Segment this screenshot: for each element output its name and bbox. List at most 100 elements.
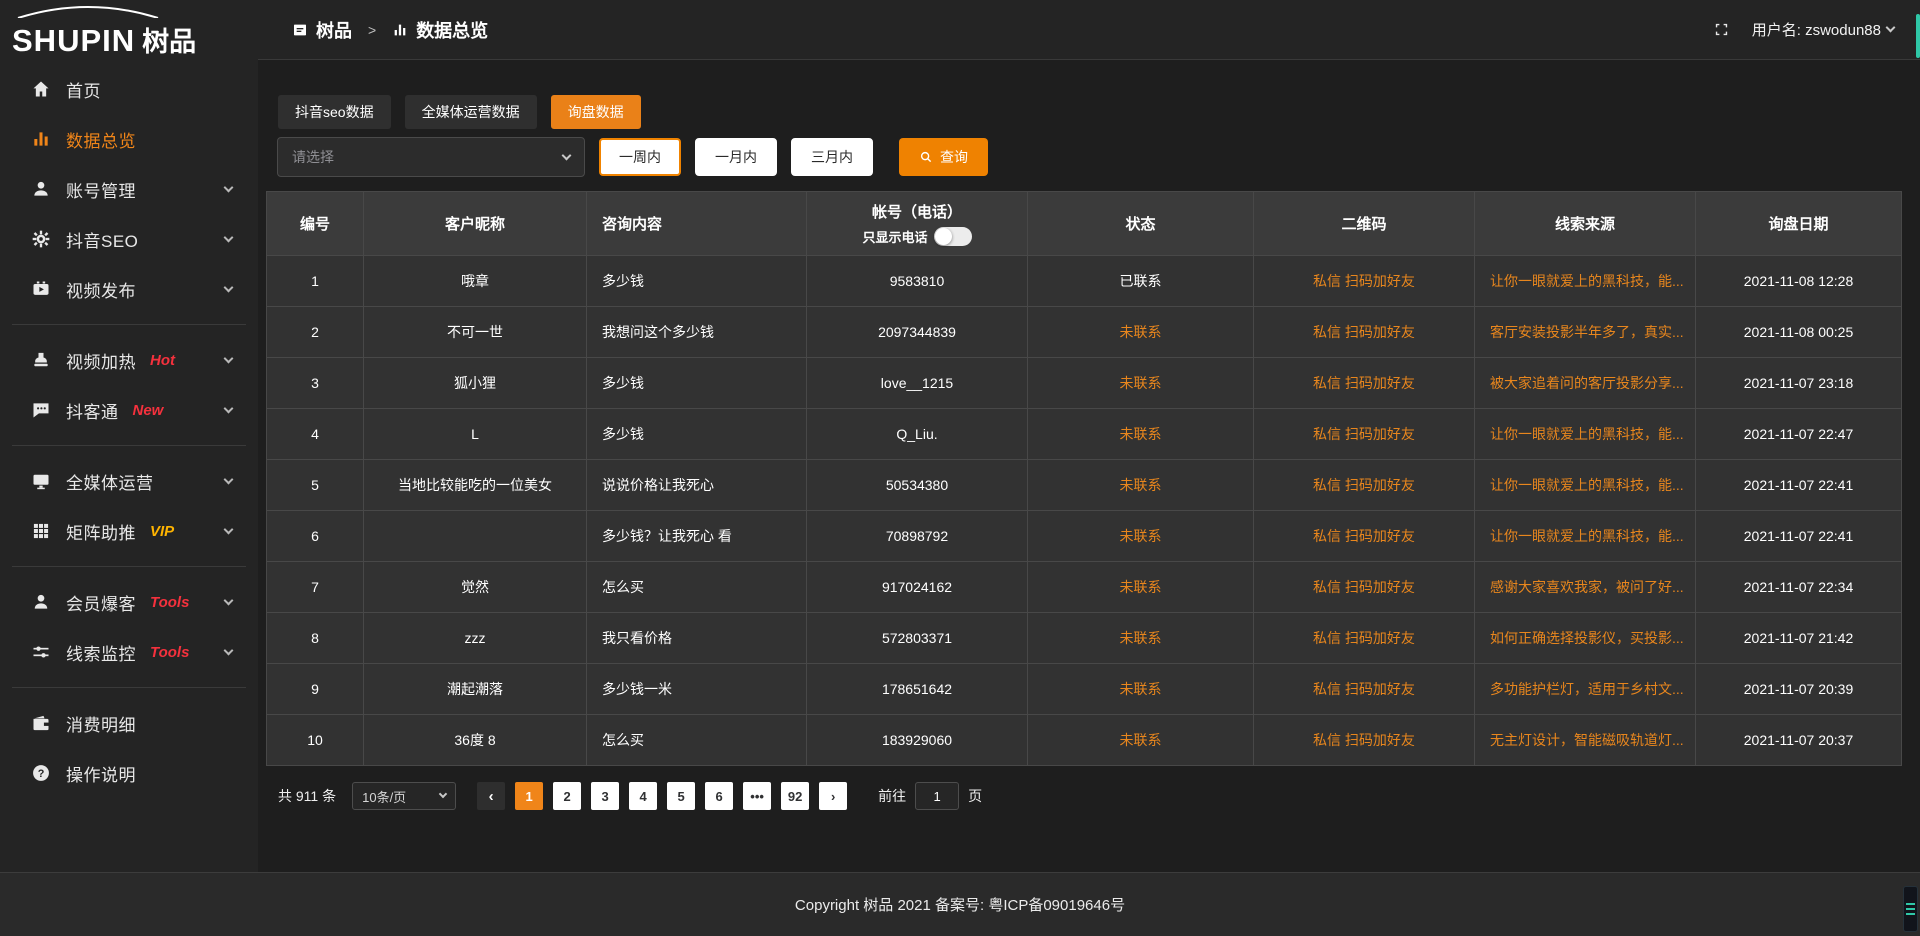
tab-omnimedia-data[interactable]: 全媒体运营数据 [405,95,537,129]
range-button-quarter[interactable]: 三月内 [791,138,873,176]
cell-content: 多少钱 [587,358,807,409]
cell-source-link[interactable]: 感谢大家喜欢我家，被问了好... [1475,562,1696,613]
page-size-select[interactable]: 10条/页 [352,782,456,810]
sidebar-item-label: 数据总览 [66,127,136,152]
cell-qrcode-link[interactable]: 私信 扫码加好友 [1254,715,1475,766]
monitor-icon [31,471,51,491]
cell-source-link[interactable]: 让你一眼就爱上的黑科技，能... [1475,511,1696,562]
cell-source-link[interactable]: 让你一眼就爱上的黑科技，能... [1475,409,1696,460]
chevron-down-icon [224,595,234,605]
sidebar-item-omnimedia-operation[interactable]: 全媒体运营 [0,456,258,506]
cell-source-link[interactable]: 如何正确选择投影仪，买投影... [1475,613,1696,664]
sidebar-item-account-management[interactable]: 账号管理 [0,164,258,214]
page-button-4[interactable]: 4 [629,782,657,810]
query-button[interactable]: 查询 [899,138,988,176]
sidebar-item-label: 会员爆客 [66,590,136,615]
chevron-down-icon [562,150,572,160]
grid-icon [31,521,51,541]
cell-nickname: 觉然 [364,562,587,613]
cell-qrcode-link[interactable]: 私信 扫码加好友 [1254,511,1475,562]
data-tabs: 抖音seo数据 全媒体运营数据 询盘数据 [278,95,1920,129]
cell-qrcode-link[interactable]: 私信 扫码加好友 [1254,562,1475,613]
page-ellipsis[interactable]: ••• [743,782,771,810]
col-header-qrcode: 二维码 [1254,192,1475,256]
sidebar-divider [12,445,246,446]
chat-icon [31,400,51,420]
next-page-button[interactable]: › [819,782,847,810]
cell-source-link[interactable]: 多功能护栏灯，适用于乡村文... [1475,664,1696,715]
sidebar-item-operation-guide[interactable]: ?操作说明 [0,748,258,798]
logo-text-cn: 树品 [142,29,196,56]
prev-page-button[interactable]: ‹ [477,782,505,810]
sidebar-divider [12,687,246,688]
copyright-text: Copyright 树品 2021 备案号: 粤ICP备09019646号 [795,894,1125,915]
cell-source-link[interactable]: 让你一眼就爱上的黑科技，能... [1475,460,1696,511]
sidebar-item-label: 视频加热 [66,348,136,373]
table-body: 1哦章多少钱9583810已联系私信 扫码加好友让你一眼就爱上的黑科技，能...… [267,256,1902,766]
page-button-92[interactable]: 92 [781,782,809,810]
breadcrumb-root[interactable]: 树品 [316,17,352,43]
col-header-account: 帐号（电话） 只显示电话 [807,192,1028,256]
filter-select[interactable]: 请选择 [277,137,585,177]
page-button-2[interactable]: 2 [553,782,581,810]
sidebar-item-video-publish[interactable]: 视频发布 [0,264,258,314]
range-button-month[interactable]: 一月内 [695,138,777,176]
col-header-source: 线索来源 [1475,192,1696,256]
page-button-1[interactable]: 1 [515,782,543,810]
sidebar-item-member-baoke[interactable]: 会员爆客Tools [0,577,258,627]
sidebar-item-lead-monitor[interactable]: 线索监控Tools [0,627,258,677]
page-jump-suffix: 页 [968,786,982,806]
sidebar-item-home[interactable]: 首页 [0,64,258,114]
cell-account: 178651642 [807,664,1028,715]
sidebar-item-label: 矩阵助推 [66,519,136,544]
page-button-5[interactable]: 5 [667,782,695,810]
cell-source-link[interactable]: 客厅安装投影半年多了，真实... [1475,307,1696,358]
floating-widget[interactable] [1903,886,1918,932]
tab-inquiry-data[interactable]: 询盘数据 [551,95,641,129]
user-menu[interactable]: 用户名: zswodun88 [1752,19,1894,40]
app-logo: SHUPIN 树品 [0,0,258,62]
page-jump-input[interactable]: 1 [915,782,959,810]
table-row: 1036度 8怎么买183929060未联系私信 扫码加好友无主灯设计，智能磁吸… [267,715,1902,766]
cell-qrcode-link[interactable]: 私信 扫码加好友 [1254,409,1475,460]
cell-account: 183929060 [807,715,1028,766]
sidebar-item-consumption-detail[interactable]: 消费明细 [0,698,258,748]
range-button-week[interactable]: 一周内 [599,138,681,176]
cell-content: 多少钱一米 [587,664,807,715]
cell-qrcode-link[interactable]: 私信 扫码加好友 [1254,307,1475,358]
page-button-6[interactable]: 6 [705,782,733,810]
cell-nickname: L [364,409,587,460]
sidebar-item-douketong[interactable]: 抖客通New [0,385,258,435]
sidebar-item-label: 视频发布 [66,277,136,302]
table-row: 4L多少钱Q_Liu.未联系私信 扫码加好友让你一眼就爱上的黑科技，能...20… [267,409,1902,460]
cell-qrcode-link[interactable]: 私信 扫码加好友 [1254,358,1475,409]
sidebar-item-matrix-boost[interactable]: 矩阵助推 VIP [0,506,258,556]
col-header-date: 询盘日期 [1696,192,1902,256]
sidebar-item-douyin-seo[interactable]: 抖音SEO [0,214,258,264]
cell-account: love__1215 [807,358,1028,409]
cell-no: 6 [267,511,364,562]
phone-only-toggle[interactable] [934,227,972,246]
footer: Copyright 树品 2021 备案号: 粤ICP备09019646号 [0,872,1920,936]
cell-status: 未联系 [1028,562,1254,613]
cell-source-link[interactable]: 无主灯设计，智能磁吸轨道灯... [1475,715,1696,766]
cell-source-link[interactable]: 被大家追着问的客厅投影分享... [1475,358,1696,409]
cell-status: 未联系 [1028,409,1254,460]
cell-qrcode-link[interactable]: 私信 扫码加好友 [1254,664,1475,715]
chevron-down-icon [1886,23,1896,33]
fullscreen-icon[interactable] [1713,21,1730,38]
tab-douyin-seo-data[interactable]: 抖音seo数据 [278,95,391,129]
sidebar-item-video-heat[interactable]: 视频加热Hot [0,335,258,385]
sidebar-item-data-overview[interactable]: 数据总览 [0,114,258,164]
sidebar-item-badge: VIP [150,523,174,540]
page-button-3[interactable]: 3 [591,782,619,810]
cell-qrcode-link[interactable]: 私信 扫码加好友 [1254,256,1475,307]
sidebar-divider [12,324,246,325]
cell-qrcode-link[interactable]: 私信 扫码加好友 [1254,460,1475,511]
scrollbar-thumb[interactable] [1916,14,1920,58]
filter-select-placeholder: 请选择 [292,147,334,167]
cell-nickname: 不可一世 [364,307,587,358]
cell-source-link[interactable]: 让你一眼就爱上的黑科技，能... [1475,256,1696,307]
cell-qrcode-link[interactable]: 私信 扫码加好友 [1254,613,1475,664]
breadcrumb: 树品 > 数据总览 [292,17,488,43]
